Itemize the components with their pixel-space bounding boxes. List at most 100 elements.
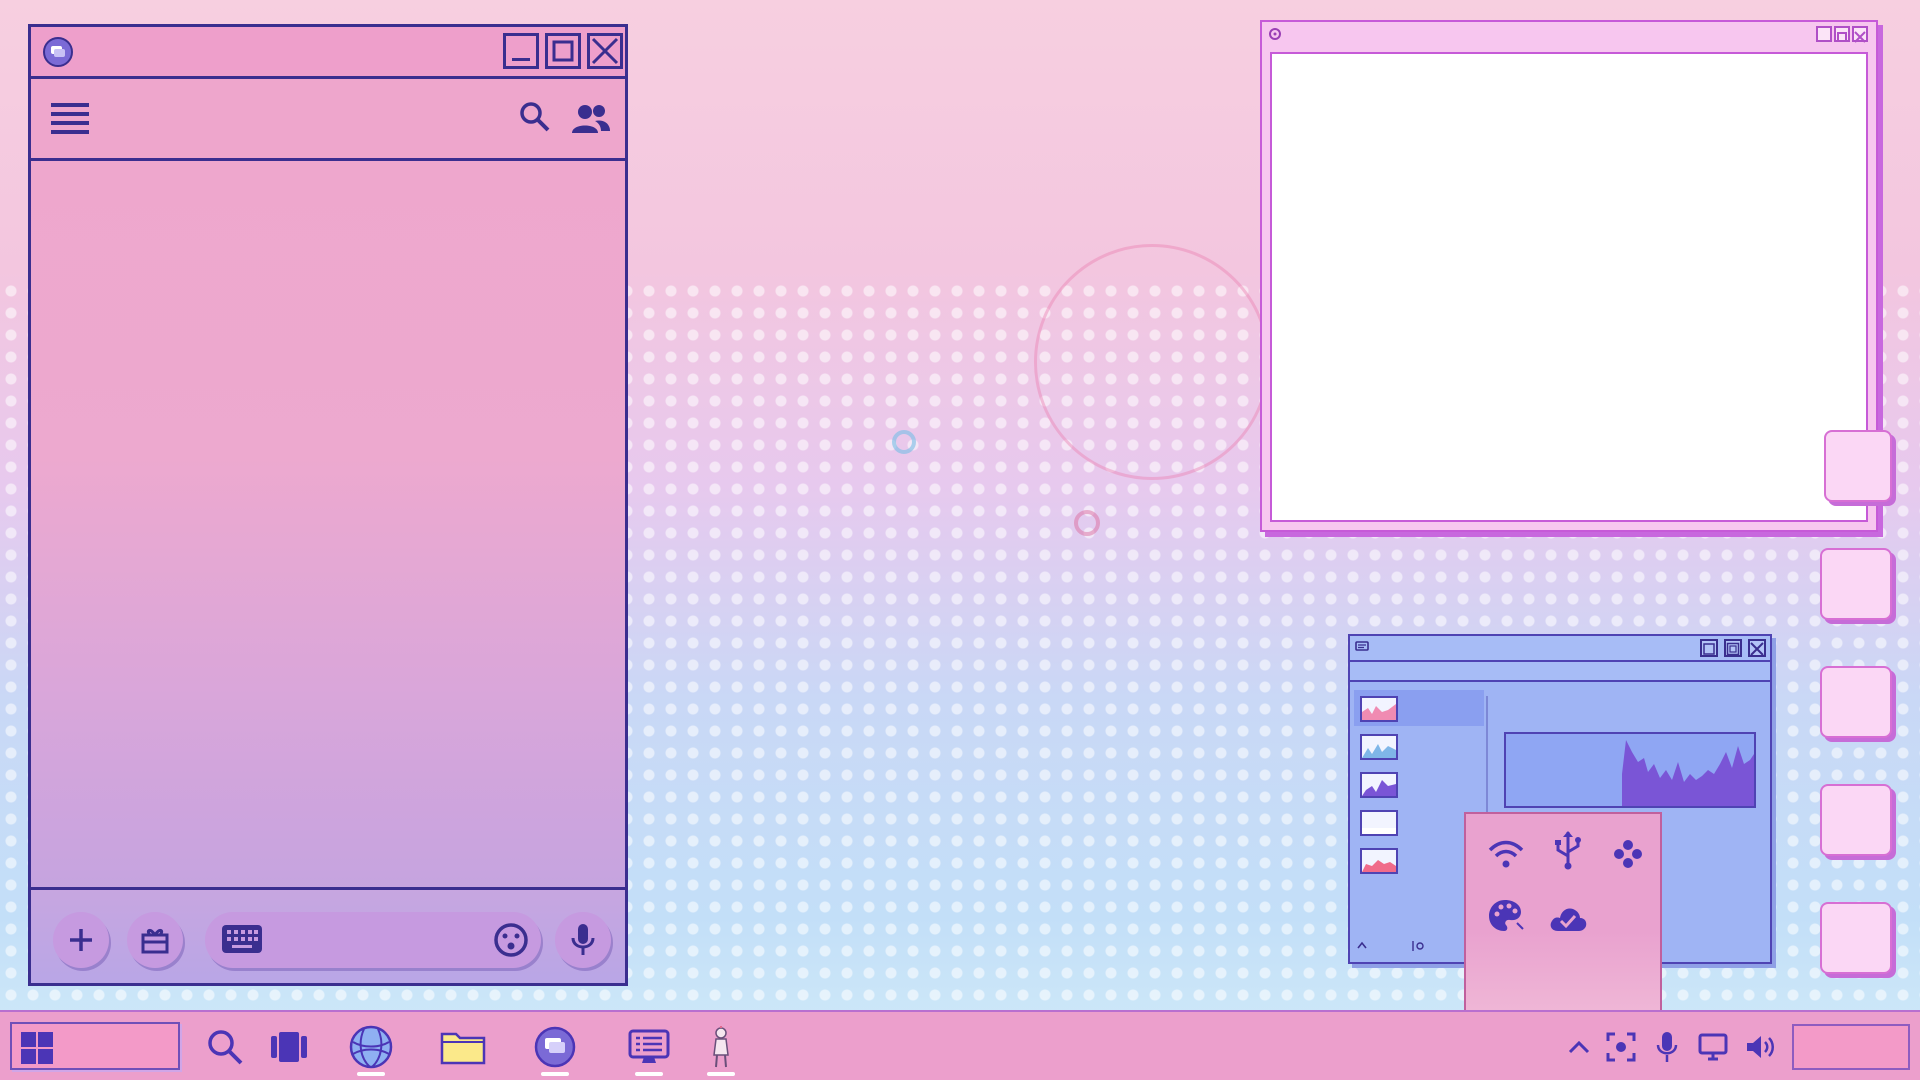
- close-icon: [1854, 31, 1866, 43]
- monitor-graph: [1504, 732, 1756, 808]
- preview-window-content[interactable]: [1270, 52, 1868, 522]
- side-widget-tile-1[interactable]: [1824, 430, 1892, 502]
- maximize-icon: [552, 40, 574, 62]
- message-field[interactable]: [205, 912, 541, 968]
- settings-icon: [1269, 28, 1281, 40]
- voice-message-button[interactable]: [555, 912, 611, 968]
- minimize-icon: [1820, 40, 1828, 42]
- file-explorer-icon: [440, 1032, 486, 1065]
- terminal-icon: [628, 1029, 670, 1063]
- chat-window: [28, 24, 628, 986]
- minimize-button[interactable]: [503, 33, 539, 69]
- settings-icon[interactable]: [1410, 940, 1424, 952]
- clock[interactable]: [1792, 1024, 1910, 1070]
- graph-thumbnail: [1360, 848, 1398, 874]
- microphone-button[interactable]: [1650, 1030, 1684, 1064]
- character-app-icon: [713, 1026, 729, 1068]
- chat-app-icon: [534, 1026, 576, 1068]
- monitor-list-item[interactable]: [1354, 690, 1484, 726]
- preview-window-titlebar[interactable]: [1262, 22, 1876, 48]
- volume-button[interactable]: [1744, 1030, 1778, 1064]
- chat-compose-bar: [31, 887, 625, 983]
- keyboard-icon[interactable]: [221, 924, 263, 954]
- chat-message-area[interactable]: [31, 161, 625, 893]
- graph-thumbnail: [1360, 810, 1398, 836]
- close-icon: [591, 37, 619, 65]
- microphone-icon: [571, 924, 595, 955]
- people-icon[interactable]: [571, 103, 611, 135]
- windows-logo-icon: [21, 1032, 53, 1064]
- maximize-button[interactable]: [1724, 639, 1742, 657]
- maximize-icon: [1837, 32, 1847, 42]
- chat-bubble-icon: [43, 37, 73, 67]
- close-button[interactable]: [587, 33, 623, 69]
- graph-thumbnail: [1360, 734, 1398, 760]
- side-widget-tile-5[interactable]: [1820, 902, 1892, 974]
- start-button[interactable]: [10, 1022, 180, 1070]
- screenshot-icon: [1606, 1032, 1636, 1062]
- close-button[interactable]: [1748, 639, 1766, 657]
- browser-icon: [349, 1025, 393, 1069]
- cloud-check-icon[interactable]: [1546, 896, 1590, 940]
- activity-graph: [1622, 740, 1754, 806]
- minimize-icon: [1703, 643, 1715, 655]
- task-view-button[interactable]: [266, 1024, 312, 1070]
- character-app-button[interactable]: [698, 1024, 744, 1070]
- hamburger-menu-icon[interactable]: [51, 101, 89, 137]
- side-widget-tile-4[interactable]: [1820, 784, 1892, 856]
- chat-bubble-icon: [1355, 641, 1369, 651]
- monitor-window-titlebar[interactable]: [1350, 636, 1770, 662]
- maximize-button[interactable]: [1834, 26, 1850, 42]
- graph-thumbnail: [1360, 696, 1398, 722]
- terminal-running-indicator: [635, 1072, 663, 1076]
- background-ring: [1034, 244, 1270, 480]
- display-icon: [1698, 1033, 1728, 1061]
- gift-button[interactable]: [127, 912, 183, 968]
- chat-app-button[interactable]: [532, 1024, 578, 1070]
- preview-window: [1260, 20, 1878, 532]
- microphone-icon: [1656, 1032, 1678, 1062]
- gamepad-icon[interactable]: [1606, 832, 1650, 876]
- chat-window-titlebar[interactable]: [31, 27, 625, 79]
- maximize-icon: [1726, 642, 1740, 656]
- gift-icon: [141, 928, 169, 954]
- maximize-button[interactable]: [545, 33, 581, 69]
- taskbar: [0, 1010, 1920, 1080]
- chat-toolbar: [31, 79, 625, 161]
- character-app-running-indicator: [707, 1072, 735, 1076]
- search-icon: [208, 1030, 243, 1065]
- chevron-up-icon: [1568, 1040, 1590, 1054]
- usb-icon[interactable]: [1546, 828, 1590, 872]
- emoji-icon[interactable]: [493, 922, 529, 958]
- quick-settings-popup: [1464, 812, 1662, 1012]
- wifi-icon[interactable]: [1484, 832, 1528, 876]
- file-explorer-button[interactable]: [440, 1024, 486, 1070]
- chat-app-running-indicator: [541, 1072, 569, 1076]
- chevron-up-icon[interactable]: [1356, 940, 1368, 950]
- side-widget-tile-3[interactable]: [1820, 666, 1892, 738]
- task-view-icon: [271, 1032, 307, 1062]
- monitor-list-item[interactable]: [1354, 728, 1484, 764]
- display-button[interactable]: [1696, 1030, 1730, 1064]
- browser-running-indicator: [357, 1072, 385, 1076]
- search-icon[interactable]: [519, 101, 551, 133]
- message-input[interactable]: [267, 920, 471, 962]
- side-widget-tile-2[interactable]: [1820, 548, 1892, 620]
- terminal-button[interactable]: [626, 1024, 672, 1070]
- taskbar-search-button[interactable]: [202, 1024, 248, 1070]
- background-ring-blue: [892, 430, 916, 454]
- palette-icon[interactable]: [1484, 894, 1528, 938]
- volume-icon: [1747, 1036, 1774, 1058]
- minimize-button[interactable]: [1700, 639, 1718, 657]
- monitor-list-item[interactable]: [1354, 766, 1484, 802]
- add-attachment-button[interactable]: [53, 912, 109, 968]
- show-hidden-icons-button[interactable]: [1562, 1030, 1596, 1064]
- screenshot-button[interactable]: [1604, 1030, 1638, 1064]
- minimize-icon: [512, 58, 530, 61]
- close-button[interactable]: [1852, 26, 1868, 43]
- close-icon: [1750, 642, 1764, 656]
- background-ring-small: [1074, 510, 1100, 536]
- monitor-menubar: [1350, 662, 1770, 682]
- browser-button[interactable]: [348, 1024, 394, 1070]
- minimize-button[interactable]: [1816, 26, 1832, 42]
